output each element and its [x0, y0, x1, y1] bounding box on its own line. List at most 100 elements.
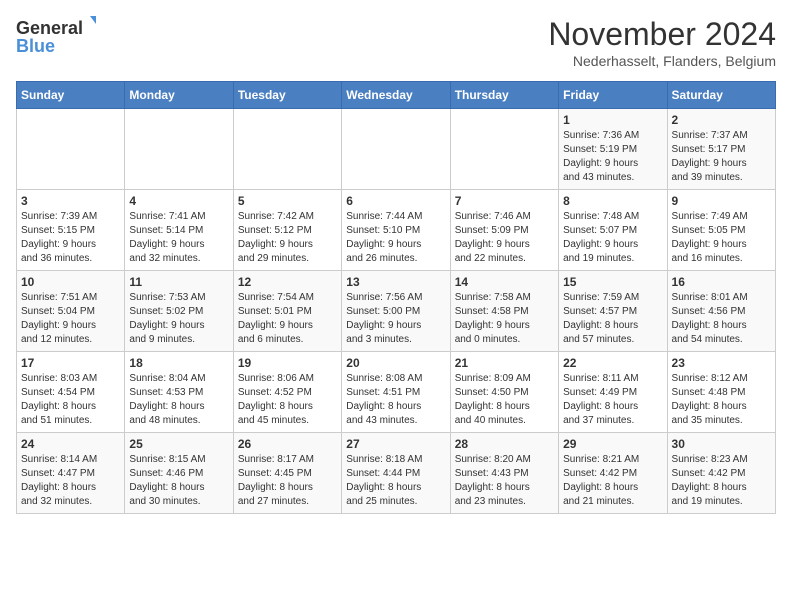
day-number: 15 — [563, 275, 662, 289]
week-row-5: 24Sunrise: 8:14 AM Sunset: 4:47 PM Dayli… — [17, 433, 776, 514]
week-row-4: 17 Sunrise: 8:03 AM Sunset: 4:54 PM Dayli… — [17, 352, 776, 433]
day-info: Sunrise: 8:03 AM Sunset: 4:54 PM Dayligh… — [21, 372, 120, 428]
calendar-cell: 14 Sunrise: 7:58 AM Sunset: 4:58 PM Dayli… — [450, 271, 558, 352]
calendar-cell: 16 Sunrise: 8:01 AM Sunset: 4:56 PM Dayli… — [667, 271, 775, 352]
day-info: Sunrise: 8:23 AM Sunset: 4:42 PM Dayligh… — [672, 453, 771, 509]
day-info: Sunrise: 7:53 AM Sunset: 5:02 PM Dayligh… — [129, 291, 228, 347]
calendar-cell: 10 Sunrise: 7:51 AM Sunset: 5:04 PM Dayli… — [17, 271, 125, 352]
calendar-cell: 24Sunrise: 8:14 AM Sunset: 4:47 PM Dayli… — [17, 433, 125, 514]
weekday-header-thursday: Thursday — [450, 82, 558, 109]
day-number: 18 — [129, 356, 228, 370]
day-number: 12 — [238, 275, 337, 289]
page-header: General Blue November 2024 Nederhasselt,… — [16, 16, 776, 69]
day-number: 16 — [672, 275, 771, 289]
day-number: 7 — [455, 194, 554, 208]
day-number: 6 — [346, 194, 445, 208]
calendar-cell: 15Sunrise: 7:59 AM Sunset: 4:57 PM Dayli… — [559, 271, 667, 352]
title-block: November 2024 Nederhasselt, Flanders, Be… — [548, 16, 776, 69]
day-number: 11 — [129, 275, 228, 289]
day-info: Sunrise: 8:08 AM Sunset: 4:51 PM Dayligh… — [346, 372, 445, 428]
calendar-cell — [125, 109, 233, 190]
day-info: Sunrise: 7:54 AM Sunset: 5:01 PM Dayligh… — [238, 291, 337, 347]
day-number: 13 — [346, 275, 445, 289]
day-info: Sunrise: 7:58 AM Sunset: 4:58 PM Dayligh… — [455, 291, 554, 347]
calendar-cell: 7 Sunrise: 7:46 AM Sunset: 5:09 PM Daylig… — [450, 190, 558, 271]
calendar-cell: 17 Sunrise: 8:03 AM Sunset: 4:54 PM Dayli… — [17, 352, 125, 433]
day-info: Sunrise: 8:01 AM Sunset: 4:56 PM Dayligh… — [672, 291, 771, 347]
calendar-cell: 28 Sunrise: 8:20 AM Sunset: 4:43 PM Dayli… — [450, 433, 558, 514]
day-info: Sunrise: 8:06 AM Sunset: 4:52 PM Dayligh… — [238, 372, 337, 428]
day-info: Sunrise: 7:39 AM Sunset: 5:15 PM Dayligh… — [21, 210, 120, 266]
calendar-cell: 1Sunrise: 7:36 AM Sunset: 5:19 PM Daylig… — [559, 109, 667, 190]
calendar-cell: 26 Sunrise: 8:17 AM Sunset: 4:45 PM Dayli… — [233, 433, 341, 514]
calendar-cell: 20 Sunrise: 8:08 AM Sunset: 4:51 PM Dayli… — [342, 352, 450, 433]
weekday-header-friday: Friday — [559, 82, 667, 109]
weekday-header-monday: Monday — [125, 82, 233, 109]
day-info: Sunrise: 8:21 AM Sunset: 4:42 PM Dayligh… — [563, 453, 662, 509]
day-number: 28 — [455, 437, 554, 451]
svg-text:General: General — [16, 18, 83, 38]
day-info: Sunrise: 7:56 AM Sunset: 5:00 PM Dayligh… — [346, 291, 445, 347]
location: Nederhasselt, Flanders, Belgium — [548, 53, 776, 69]
day-number: 29 — [563, 437, 662, 451]
calendar-cell — [450, 109, 558, 190]
calendar-cell: 23 Sunrise: 8:12 AM Sunset: 4:48 PM Dayli… — [667, 352, 775, 433]
week-row-2: 3 Sunrise: 7:39 AM Sunset: 5:15 PM Daylig… — [17, 190, 776, 271]
calendar-cell: 18 Sunrise: 8:04 AM Sunset: 4:53 PM Dayli… — [125, 352, 233, 433]
day-info: Sunrise: 8:04 AM Sunset: 4:53 PM Dayligh… — [129, 372, 228, 428]
day-info: Sunrise: 8:17 AM Sunset: 4:45 PM Dayligh… — [238, 453, 337, 509]
weekday-header-saturday: Saturday — [667, 82, 775, 109]
day-number: 30 — [672, 437, 771, 451]
calendar-cell: 12 Sunrise: 7:54 AM Sunset: 5:01 PM Dayli… — [233, 271, 341, 352]
logo: General Blue — [16, 16, 96, 60]
day-info: Sunrise: 7:46 AM Sunset: 5:09 PM Dayligh… — [455, 210, 554, 266]
weekday-header-sunday: Sunday — [17, 82, 125, 109]
day-info: Sunrise: 8:09 AM Sunset: 4:50 PM Dayligh… — [455, 372, 554, 428]
day-number: 17 — [21, 356, 120, 370]
weekday-header-row: SundayMondayTuesdayWednesdayThursdayFrid… — [17, 82, 776, 109]
day-number: 5 — [238, 194, 337, 208]
day-info: Sunrise: 7:37 AM Sunset: 5:17 PM Dayligh… — [672, 129, 771, 185]
month-title: November 2024 — [548, 16, 776, 53]
logo-svg: General Blue — [16, 16, 96, 60]
weekday-header-tuesday: Tuesday — [233, 82, 341, 109]
calendar-cell — [233, 109, 341, 190]
calendar-cell: 19 Sunrise: 8:06 AM Sunset: 4:52 PM Dayli… — [233, 352, 341, 433]
calendar-cell: 13 Sunrise: 7:56 AM Sunset: 5:00 PM Dayli… — [342, 271, 450, 352]
calendar-cell: 30 Sunrise: 8:23 AM Sunset: 4:42 PM Dayli… — [667, 433, 775, 514]
day-info: Sunrise: 8:18 AM Sunset: 4:44 PM Dayligh… — [346, 453, 445, 509]
calendar-table: SundayMondayTuesdayWednesdayThursdayFrid… — [16, 81, 776, 514]
day-number: 21 — [455, 356, 554, 370]
calendar-cell: 4Sunrise: 7:41 AM Sunset: 5:14 PM Daylig… — [125, 190, 233, 271]
day-number: 1 — [563, 113, 662, 127]
day-number: 14 — [455, 275, 554, 289]
day-number: 27 — [346, 437, 445, 451]
day-number: 8 — [563, 194, 662, 208]
calendar-cell: 3 Sunrise: 7:39 AM Sunset: 5:15 PM Daylig… — [17, 190, 125, 271]
calendar-cell: 22Sunrise: 8:11 AM Sunset: 4:49 PM Dayli… — [559, 352, 667, 433]
day-number: 20 — [346, 356, 445, 370]
day-info: Sunrise: 8:20 AM Sunset: 4:43 PM Dayligh… — [455, 453, 554, 509]
calendar-cell: 21 Sunrise: 8:09 AM Sunset: 4:50 PM Dayli… — [450, 352, 558, 433]
day-info: Sunrise: 8:12 AM Sunset: 4:48 PM Dayligh… — [672, 372, 771, 428]
calendar-cell — [17, 109, 125, 190]
day-info: Sunrise: 7:41 AM Sunset: 5:14 PM Dayligh… — [129, 210, 228, 266]
day-info: Sunrise: 8:14 AM Sunset: 4:47 PM Dayligh… — [21, 453, 120, 509]
day-number: 26 — [238, 437, 337, 451]
day-number: 23 — [672, 356, 771, 370]
day-number: 19 — [238, 356, 337, 370]
day-info: Sunrise: 7:51 AM Sunset: 5:04 PM Dayligh… — [21, 291, 120, 347]
calendar-cell: 9 Sunrise: 7:49 AM Sunset: 5:05 PM Daylig… — [667, 190, 775, 271]
calendar-cell: 25Sunrise: 8:15 AM Sunset: 4:46 PM Dayli… — [125, 433, 233, 514]
day-number: 9 — [672, 194, 771, 208]
day-number: 10 — [21, 275, 120, 289]
day-number: 2 — [672, 113, 771, 127]
day-number: 3 — [21, 194, 120, 208]
calendar-cell: 6Sunrise: 7:44 AM Sunset: 5:10 PM Daylig… — [342, 190, 450, 271]
day-number: 25 — [129, 437, 228, 451]
calendar-cell: 8Sunrise: 7:48 AM Sunset: 5:07 PM Daylig… — [559, 190, 667, 271]
calendar-cell: 29 Sunrise: 8:21 AM Sunset: 4:42 PM Dayli… — [559, 433, 667, 514]
day-info: Sunrise: 7:49 AM Sunset: 5:05 PM Dayligh… — [672, 210, 771, 266]
day-info: Sunrise: 8:11 AM Sunset: 4:49 PM Dayligh… — [563, 372, 662, 428]
week-row-1: 1Sunrise: 7:36 AM Sunset: 5:19 PM Daylig… — [17, 109, 776, 190]
